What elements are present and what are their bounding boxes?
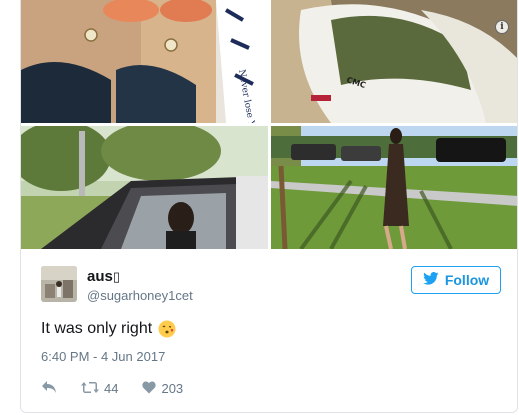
author-name-emoji: ▯ [112,269,121,284]
tweet-author: aus▯ @sugarhoney1cet Follow [41,266,501,304]
retweet-count: 44 [104,381,119,396]
tweet-card: Never lose You CMC i aus▯ @sugarhoney1ce… [20,0,518,413]
tweet-actions: 44 203 [41,380,207,397]
info-icon[interactable]: i [495,20,509,34]
like-button[interactable]: 203 [142,381,183,397]
media-photo-2[interactable]: CMC i [271,0,517,123]
media-photo-1[interactable]: Never lose You [21,0,268,123]
photo-1-image: Never lose You [21,0,268,123]
retweet-button[interactable]: 44 [81,381,118,397]
retweet-icon [81,381,99,397]
avatar-image [41,266,77,302]
photo-2-image: CMC [271,0,517,123]
like-count: 203 [161,381,184,396]
kissing-face-emoji-icon [158,320,176,338]
media-photo-3[interactable] [21,126,268,249]
reply-icon [41,380,57,397]
follow-button-label: Follow [444,272,490,288]
author-name-text: aus [87,268,113,285]
photo-4-image [271,126,517,249]
author-name[interactable]: aus▯ [87,268,120,285]
avatar[interactable] [41,266,77,302]
reply-button[interactable] [41,380,57,397]
heart-icon [142,381,157,397]
tweet-text-content: It was only right [41,320,153,337]
author-handle[interactable]: @sugarhoney1cet [87,288,193,303]
twitter-bird-icon [422,272,439,288]
tweet-text: It was only right [41,320,176,338]
media-grid: Never lose You CMC i [21,0,517,249]
tweet-timestamp[interactable]: 6:40 PM - 4 Jun 2017 [41,349,165,364]
photo-3-image [21,126,268,249]
follow-button[interactable]: Follow [411,266,501,294]
media-photo-4[interactable] [271,126,517,249]
